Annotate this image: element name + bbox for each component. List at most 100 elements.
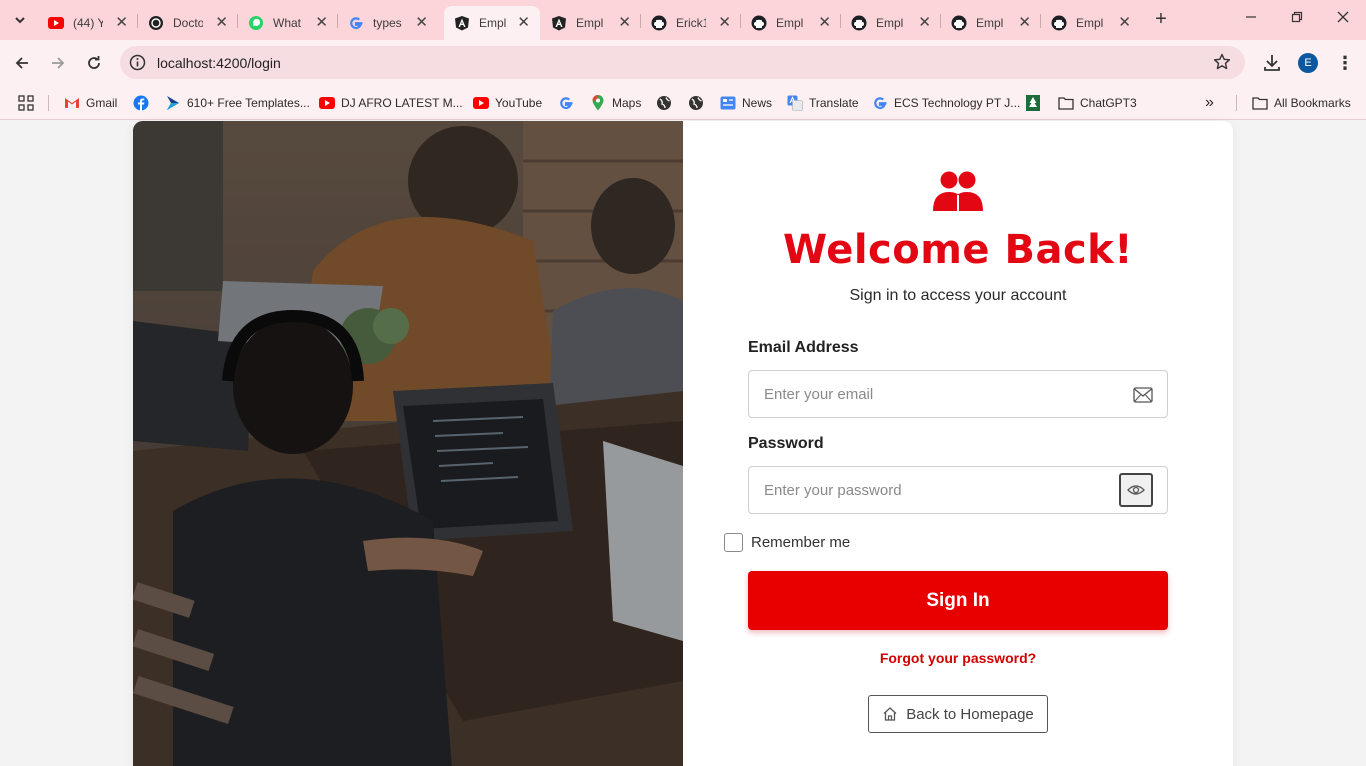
browser-toolbar: localhost:4200/login E ⋮: [0, 40, 1366, 86]
bookmark-item[interactable]: YouTube: [473, 92, 542, 114]
browser-tab[interactable]: Empl ✕: [444, 6, 540, 40]
browser-tab[interactable]: Empl ✕: [941, 6, 1041, 40]
tab-title: types: [373, 16, 402, 30]
toggle-password-visibility-button[interactable]: [1119, 473, 1153, 507]
bookmark-divider: [1236, 95, 1237, 111]
globe-icon: [656, 95, 672, 111]
bookmark-label: Gmail: [86, 96, 118, 110]
browser-tab[interactable]: Empl ✕: [541, 6, 641, 40]
google-icon: [348, 15, 364, 31]
bookmark-item[interactable]: [656, 92, 672, 114]
profile-avatar[interactable]: E: [1298, 53, 1318, 73]
browser-tab[interactable]: (44) Y ✕: [38, 6, 138, 40]
chevron-down-icon: [15, 17, 25, 24]
bookmark-item[interactable]: [1025, 92, 1041, 114]
github-icon: [951, 15, 967, 31]
github-icon: [651, 15, 667, 31]
close-tab-icon[interactable]: ✕: [618, 15, 631, 31]
close-tab-icon[interactable]: ✕: [315, 15, 328, 31]
bookmark-item[interactable]: [558, 92, 574, 114]
remember-me-label[interactable]: Remember me: [751, 534, 850, 551]
password-field[interactable]: [749, 467, 1167, 513]
close-tab-icon[interactable]: ✕: [517, 15, 530, 31]
bookmark-label: DJ AFRO LATEST M...: [341, 96, 463, 110]
bookmark-item[interactable]: ChatGPT3: [1058, 92, 1137, 114]
close-tab-icon[interactable]: ✕: [215, 15, 228, 31]
remember-me-checkbox[interactable]: [724, 533, 743, 552]
sign-in-button[interactable]: Sign In: [748, 571, 1168, 630]
download-icon[interactable]: [1262, 53, 1282, 73]
new-tab-button[interactable]: +: [1150, 9, 1172, 31]
bookmark-label: ChatGPT3: [1080, 96, 1137, 110]
browser-tab[interactable]: types ✕: [338, 6, 438, 40]
youtube-icon: [473, 95, 489, 111]
close-tab-icon[interactable]: ✕: [718, 15, 731, 31]
bookmark-item[interactable]: Translate: [787, 92, 859, 114]
browser-menu-button[interactable]: ⋮: [1336, 52, 1354, 74]
back-to-homepage-label: Back to Homepage: [906, 705, 1034, 723]
close-tab-icon[interactable]: ✕: [115, 15, 128, 31]
bookmark-item[interactable]: DJ AFRO LATEST M...: [319, 92, 463, 114]
address-bar[interactable]: localhost:4200/login: [120, 46, 1245, 79]
minimize-icon: [1246, 16, 1256, 18]
tab-search-button[interactable]: [8, 8, 32, 32]
bookmark-item[interactable]: ECS Technology PT J...: [872, 92, 1020, 114]
bookmark-item[interactable]: Gmail: [64, 92, 117, 114]
forgot-password-link[interactable]: Forgot your password?: [683, 650, 1233, 666]
globe-icon: [688, 95, 704, 111]
tab-title: Erick1: [676, 16, 706, 30]
close-tab-icon[interactable]: ✕: [1018, 15, 1031, 31]
close-tab-icon[interactable]: ✕: [818, 15, 831, 31]
tab-strip: (44) Y✕Docto✕What✕types✕Empl✕Empl✕Erick1…: [0, 0, 1366, 40]
password-field-wrapper: [748, 466, 1168, 514]
close-window-button[interactable]: [1333, 10, 1353, 30]
browser-tab[interactable]: Empl ✕: [741, 6, 841, 40]
tab-title: Empl: [479, 16, 507, 30]
back-to-homepage-button[interactable]: Back to Homepage: [868, 695, 1048, 733]
gmail-icon: [64, 95, 80, 111]
tree-icon: [1025, 95, 1041, 111]
close-icon: [1337, 11, 1349, 23]
browser-tab[interactable]: Empl ✕: [1041, 6, 1141, 40]
reload-icon: [88, 56, 100, 69]
browser-tab[interactable]: Erick1 ✕: [641, 6, 741, 40]
bookmark-label: 610+ Free Templates...: [187, 96, 310, 110]
bookmark-item[interactable]: [133, 92, 149, 114]
bookmarks-overflow-button[interactable]: »: [1205, 92, 1214, 114]
apps-grid-icon: [18, 95, 34, 111]
forward-button[interactable]: [46, 51, 70, 75]
close-tab-icon[interactable]: ✕: [415, 15, 428, 31]
back-button[interactable]: [10, 51, 34, 75]
restore-button[interactable]: [1287, 10, 1307, 30]
browser-tab[interactable]: Docto ✕: [138, 6, 238, 40]
email-field[interactable]: [749, 371, 1167, 417]
eye-icon: [1127, 485, 1145, 495]
close-tab-icon[interactable]: ✕: [1118, 15, 1131, 31]
bookmark-item[interactable]: 610+ Free Templates...: [165, 92, 310, 114]
remember-me: Remember me: [724, 533, 850, 552]
maps-icon: [590, 95, 606, 111]
reload-button[interactable]: [82, 51, 106, 75]
team-coding-photo: [133, 121, 683, 766]
browser-tab[interactable]: Empl ✕: [841, 6, 941, 40]
bookmark-item[interactable]: Maps: [590, 92, 641, 114]
angular-icon: [454, 15, 470, 31]
bookmark-item[interactable]: News: [720, 92, 772, 114]
bookmark-label: YouTube: [495, 96, 543, 110]
github-icon: [1051, 15, 1067, 31]
close-tab-icon[interactable]: ✕: [918, 15, 931, 31]
all-bookmarks-label: All Bookmarks: [1274, 96, 1351, 110]
tab-title: Empl: [876, 16, 904, 30]
folder-icon: [1252, 95, 1268, 111]
minimize-button[interactable]: [1241, 10, 1261, 30]
bookmark-item[interactable]: [688, 92, 704, 114]
news-icon: [720, 95, 736, 111]
bookmark-star-icon[interactable]: [1213, 53, 1231, 71]
url-text: localhost:4200/login: [157, 55, 281, 71]
all-bookmarks-button[interactable]: All Bookmarks: [1252, 92, 1351, 114]
apps-button[interactable]: [18, 92, 34, 114]
email-label: Email Address: [748, 339, 859, 356]
restore-icon: [1291, 11, 1303, 23]
browser-tab[interactable]: What ✕: [238, 6, 338, 40]
site-info-icon[interactable]: [129, 54, 146, 71]
